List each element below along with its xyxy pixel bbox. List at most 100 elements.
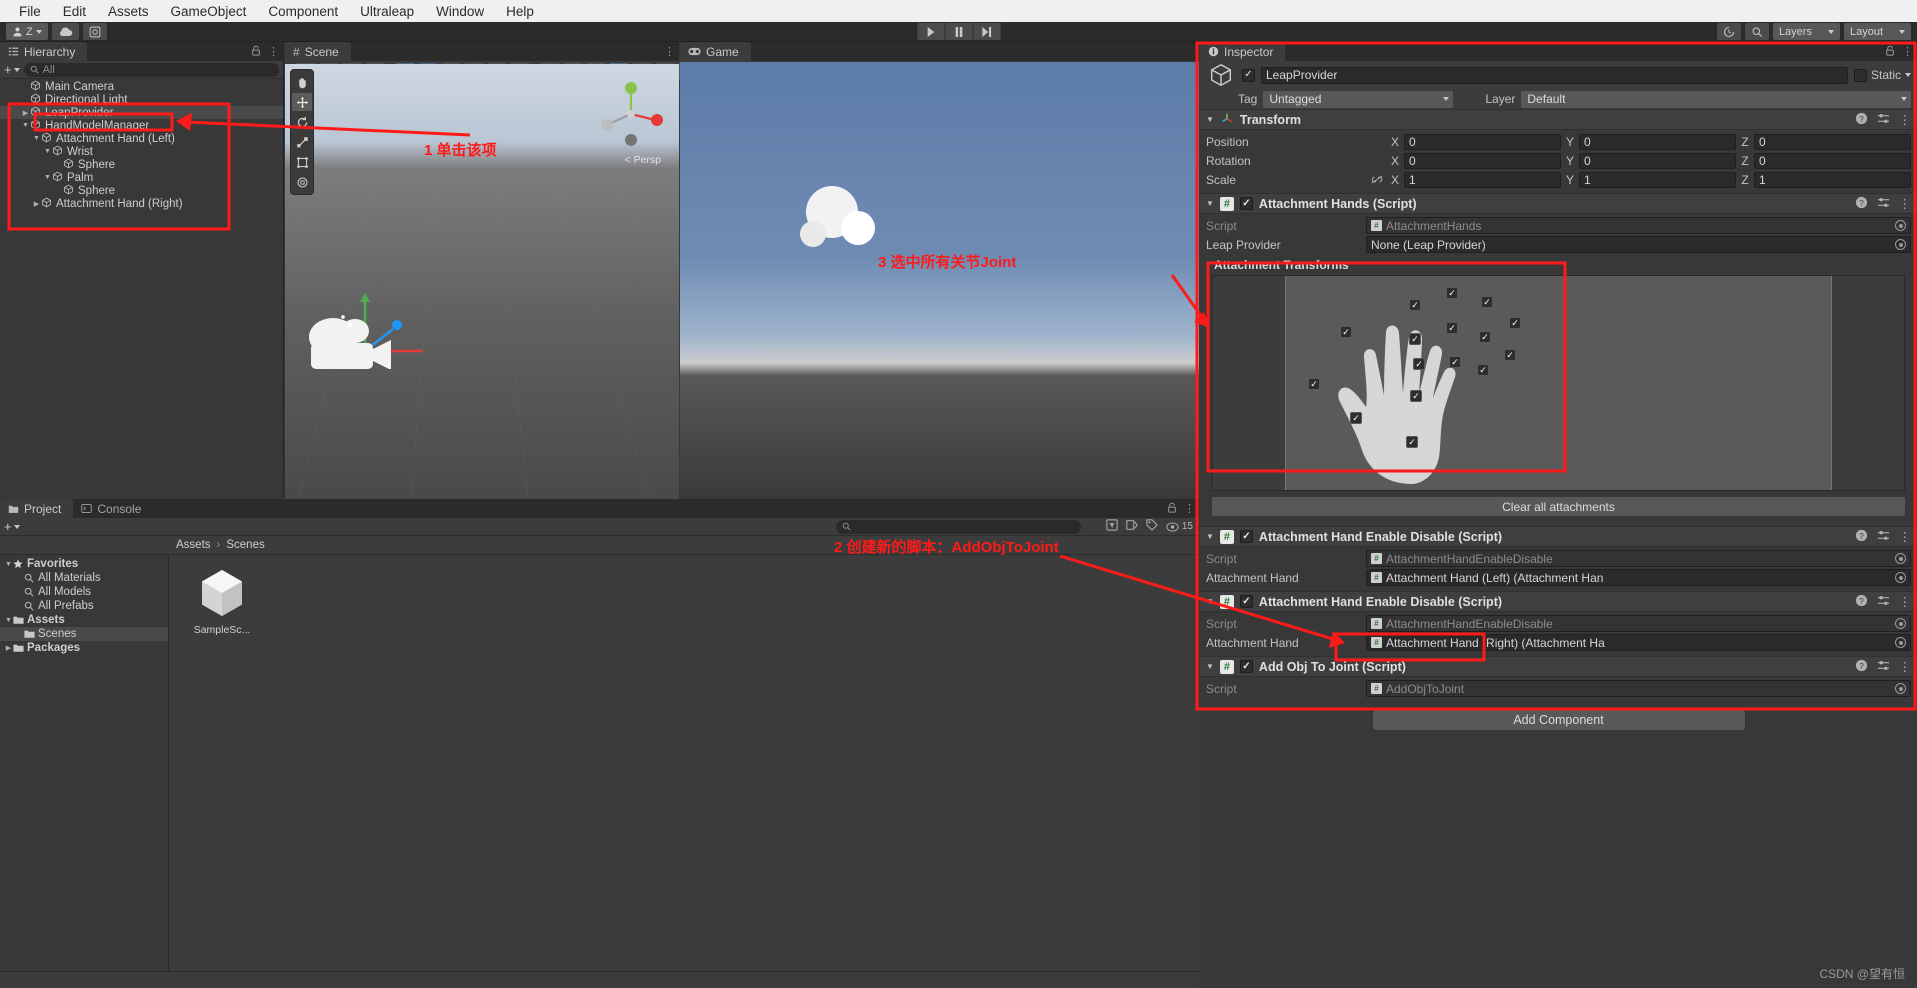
help-icon[interactable]: ? <box>1855 529 1868 545</box>
asset-item-samplescene[interactable]: SampleSc... <box>183 565 261 636</box>
expand-arrow-icon[interactable]: ▼ <box>4 561 13 568</box>
attachment-hand-object-field[interactable]: # Attachment Hand (Left) (Attachment Han <box>1366 569 1911 586</box>
joint-checkbox[interactable]: ✓ <box>1479 331 1491 343</box>
kebab-menu-icon[interactable]: ⋮ <box>1899 594 1912 609</box>
joint-checkbox[interactable]: ✓ <box>1449 356 1461 368</box>
component-enabled-checkbox[interactable]: ✓ <box>1239 197 1253 210</box>
project-tree-item-all-prefabs[interactable]: ▶ All Prefabs <box>0 599 168 613</box>
joint-checkbox[interactable]: ✓ <box>1308 378 1320 390</box>
tag-icon[interactable] <box>1146 519 1158 534</box>
hierarchy-item-handmodelmanager[interactable]: ▼ HandModelManager <box>0 119 283 132</box>
filter-by-label-icon[interactable] <box>1126 519 1138 534</box>
menu-item-window[interactable]: Window <box>425 2 495 21</box>
joint-checkbox[interactable]: ✓ <box>1406 436 1418 448</box>
add-component-button[interactable]: Add Component <box>1372 710 1745 730</box>
object-picker-icon[interactable] <box>1895 220 1906 231</box>
cloud-button[interactable] <box>51 23 79 40</box>
lock-icon[interactable] <box>1167 502 1177 516</box>
history-button[interactable] <box>1716 23 1741 40</box>
script-object-field[interactable]: # AttachmentHandEnableDisable <box>1366 550 1911 567</box>
axis-input-x[interactable]: 0 <box>1404 152 1561 169</box>
preset-icon[interactable] <box>1877 659 1890 675</box>
attachment-transforms-hand-map[interactable]: ✓ ✓ ✓ ✓ ✓ ✓ ✓ ✓ ✓ ✓ ✓ ✓ ✓ ✓ ✓ ✓ <box>1212 275 1905 491</box>
leap-provider-object-field[interactable]: None (Leap Provider) <box>1366 236 1911 253</box>
joint-checkbox[interactable]: ✓ <box>1446 287 1458 299</box>
component-header-attachment-hand-enable-disable-right[interactable]: ▼ # ✓ Attachment Hand Enable Disable (Sc… <box>1200 591 1917 612</box>
object-picker-icon[interactable] <box>1895 553 1906 564</box>
object-picker-icon[interactable] <box>1895 618 1906 629</box>
help-icon[interactable]: ? <box>1855 659 1868 675</box>
expand-arrow-icon[interactable]: ▶ <box>54 161 63 169</box>
joint-checkbox[interactable]: ✓ <box>1446 322 1458 334</box>
static-toggle[interactable]: Static <box>1853 68 1911 82</box>
hierarchy-add-button[interactable]: + <box>4 62 20 77</box>
search-button[interactable] <box>1744 23 1769 40</box>
kebab-menu-icon[interactable]: ⋮ <box>1899 659 1912 674</box>
component-enabled-checkbox[interactable]: ✓ <box>1239 595 1253 608</box>
help-icon[interactable]: ? <box>1855 594 1868 610</box>
joint-checkbox[interactable]: ✓ <box>1413 358 1425 370</box>
tab-hierarchy[interactable]: Hierarchy <box>0 42 88 61</box>
scene-viewport[interactable]: < Persp <box>285 64 679 498</box>
menu-item-ultraleap[interactable]: Ultraleap <box>349 2 425 21</box>
hierarchy-item-directional-light[interactable]: ▶ Directional Light <box>0 93 283 106</box>
project-tree-item-scenes[interactable]: ▶ Scenes <box>0 627 168 641</box>
kebab-menu-icon[interactable]: ⋮ <box>268 45 279 58</box>
chevron-down-icon[interactable]: ▼ <box>1206 115 1214 124</box>
pause-button[interactable] <box>945 23 972 40</box>
script-object-field[interactable]: # AttachmentHands <box>1366 217 1911 234</box>
layers-dropdown[interactable]: Layers <box>1772 23 1840 40</box>
hierarchy-item-leapprovider[interactable]: ▶ LeapProvider <box>0 106 283 119</box>
gameobject-icon[interactable] <box>1206 60 1236 90</box>
preset-icon[interactable] <box>1877 196 1890 212</box>
tab-project[interactable]: Project <box>0 499 74 518</box>
menu-item-component[interactable]: Component <box>257 2 349 21</box>
kebab-menu-icon[interactable]: ⋮ <box>1902 45 1913 58</box>
expand-arrow-icon[interactable]: ▶ <box>15 588 24 596</box>
axis-input-y[interactable]: 0 <box>1579 152 1736 169</box>
breadcrumb-scenes[interactable]: Scenes <box>226 539 264 551</box>
lock-icon[interactable] <box>251 45 261 59</box>
kebab-menu-icon[interactable]: ⋮ <box>1184 502 1195 515</box>
object-picker-icon[interactable] <box>1895 637 1906 648</box>
project-asset-grid[interactable]: SampleSc... <box>169 555 1199 988</box>
expand-arrow-icon[interactable]: ▼ <box>43 174 52 181</box>
project-tree-item-assets[interactable]: ▼ Assets <box>0 613 168 627</box>
project-tree-item-all-models[interactable]: ▶ All Models <box>0 585 168 599</box>
account-button[interactable]: Z <box>6 23 48 40</box>
component-header-add-obj-to-joint[interactable]: ▼ # ✓ Add Obj To Joint (Script) ? ⋮ <box>1200 656 1917 677</box>
filter-by-type-icon[interactable] <box>1106 519 1118 534</box>
hierarchy-item-main-camera[interactable]: ▶ Main Camera <box>0 80 283 93</box>
kebab-menu-icon[interactable]: ⋮ <box>1899 112 1912 127</box>
play-button[interactable] <box>917 23 944 40</box>
axis-input-z[interactable]: 0 <box>1754 133 1911 150</box>
expand-arrow-icon[interactable]: ▶ <box>54 187 63 195</box>
tab-console[interactable]: Console <box>73 499 154 518</box>
menu-item-gameobject[interactable]: GameObject <box>160 2 258 21</box>
project-tree-item-all-materials[interactable]: ▶ All Materials <box>0 571 168 585</box>
expand-arrow-icon[interactable]: ▼ <box>43 148 52 155</box>
attachment-hand-object-field[interactable]: # Attachment Hand (Right) (Attachment Ha <box>1366 634 1911 651</box>
object-picker-icon[interactable] <box>1895 683 1906 694</box>
layer-dropdown[interactable]: Default <box>1521 90 1911 108</box>
joint-checkbox[interactable]: ✓ <box>1350 412 1362 424</box>
static-checkbox[interactable] <box>1853 68 1867 82</box>
hierarchy-item-attachment-hand-left[interactable]: ▼ Attachment Hand (Left) <box>0 132 283 145</box>
component-enabled-checkbox[interactable]: ✓ <box>1239 530 1253 543</box>
joint-checkbox[interactable]: ✓ <box>1477 364 1489 376</box>
hierarchy-item-sphere[interactable]: ▶ Sphere <box>0 158 283 171</box>
menu-item-help[interactable]: Help <box>495 2 545 21</box>
tab-game[interactable]: Game <box>680 42 751 61</box>
menu-item-edit[interactable]: Edit <box>52 2 97 21</box>
lock-icon[interactable] <box>1885 45 1895 59</box>
tab-scene[interactable]: # Scene <box>285 42 351 61</box>
component-header-attachment-hand-enable-disable-left[interactable]: ▼ # ✓ Attachment Hand Enable Disable (Sc… <box>1200 526 1917 547</box>
chevron-down-icon[interactable]: ▼ <box>1206 199 1214 208</box>
transform-tool-button[interactable] <box>292 173 312 191</box>
expand-arrow-icon[interactable]: ▶ <box>21 96 30 104</box>
expand-arrow-icon[interactable]: ▶ <box>21 83 30 91</box>
chevron-down-icon[interactable]: ▼ <box>1206 532 1214 541</box>
script-object-field[interactable]: # AddObjToJoint <box>1366 680 1911 697</box>
joint-checkbox[interactable]: ✓ <box>1481 296 1493 308</box>
hierarchy-item-attachment-hand-right[interactable]: ▶ Attachment Hand (Right) <box>0 197 283 210</box>
